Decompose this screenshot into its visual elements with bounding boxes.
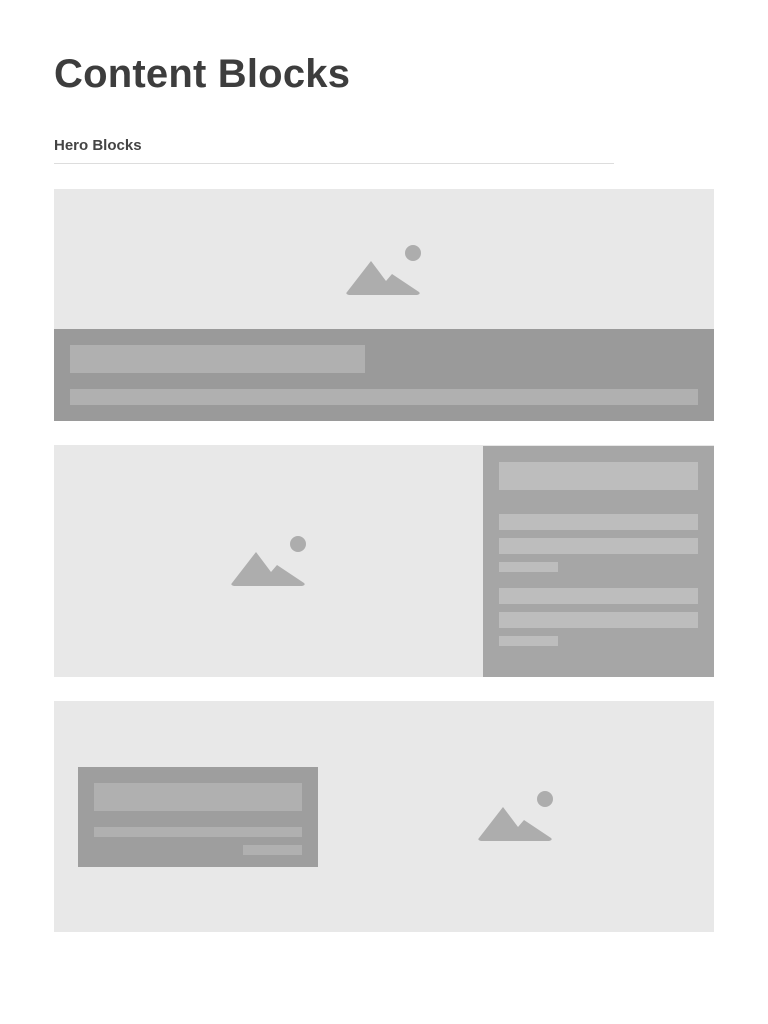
hero-block-side-panel[interactable] (54, 445, 714, 677)
image-placeholder-icon (345, 244, 421, 296)
panel-text-placeholder (499, 514, 698, 530)
image-placeholder-icon (477, 790, 553, 842)
caption-panel (54, 329, 714, 421)
panel-text-placeholder (499, 538, 698, 554)
panel-link-placeholder (499, 636, 558, 646)
overlay-card (78, 767, 318, 867)
section-heading-hero-blocks: Hero Blocks (54, 137, 142, 154)
caption-title-placeholder (70, 345, 365, 373)
side-text-panel (483, 446, 714, 677)
hero-block-overlay-card[interactable] (54, 701, 714, 932)
hero-block-full-width-caption[interactable] (54, 189, 714, 421)
panel-text-placeholder (499, 612, 698, 628)
panel-link-placeholder (499, 562, 558, 572)
page-title: Content Blocks (54, 52, 351, 96)
section-divider (54, 163, 614, 164)
panel-text-placeholder (499, 588, 698, 604)
card-link-placeholder (243, 845, 302, 855)
card-text-placeholder (94, 827, 302, 837)
card-title-placeholder (94, 783, 302, 811)
panel-title-placeholder (499, 462, 698, 490)
caption-text-placeholder (70, 389, 698, 405)
image-placeholder-icon (230, 535, 306, 587)
